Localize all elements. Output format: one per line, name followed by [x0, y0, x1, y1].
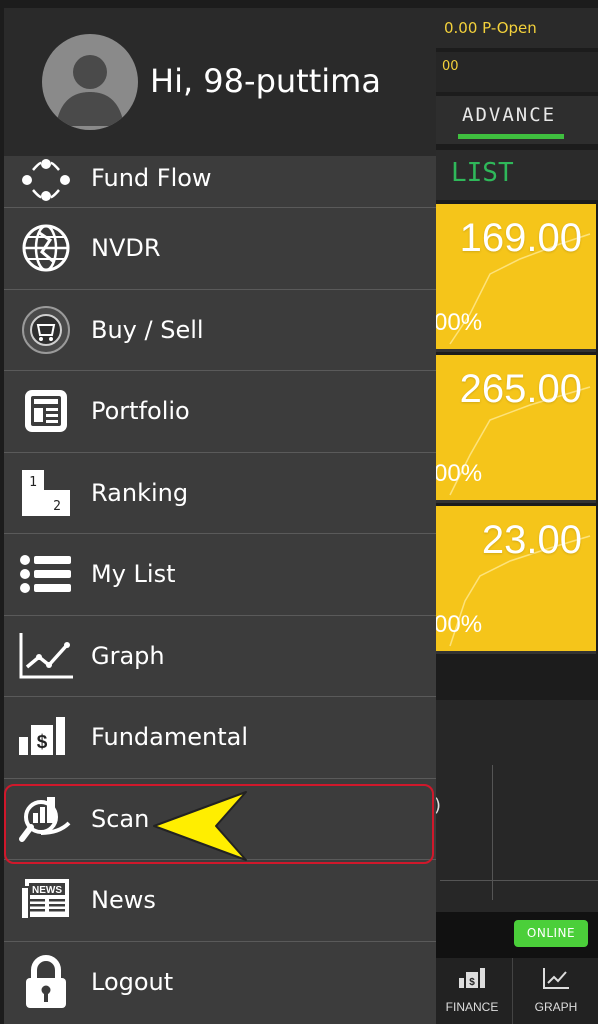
menu-item-my-list[interactable]: My List: [4, 534, 436, 616]
menu-label: Logout: [91, 968, 174, 997]
menu-item-logout[interactable]: Logout: [4, 942, 436, 1024]
menu-label: Scan: [91, 804, 150, 833]
menu-item-fundamental[interactable]: $ Fundamental: [4, 697, 436, 779]
menu-label: News: [91, 886, 156, 915]
menu-item-nvdr[interactable]: NVDR: [4, 208, 436, 290]
stock-change: 00%: [434, 460, 483, 487]
news-icon: NEWS: [16, 870, 76, 930]
chart-area: [430, 700, 598, 940]
buy-sell-icon: [16, 300, 76, 360]
stock-change: 00%: [434, 309, 483, 336]
online-badge: ONLINE: [514, 920, 588, 947]
stock-card[interactable]: 23.00 00%: [430, 506, 596, 654]
svg-text:$: $: [37, 732, 48, 753]
nav-graph[interactable]: GRAPH: [516, 966, 596, 1015]
svg-text:1: 1: [29, 475, 37, 490]
menu-label: Portfolio: [91, 397, 190, 426]
tab-active-indicator: [458, 134, 564, 139]
svg-text:NEWS: NEWS: [32, 885, 62, 896]
portfolio-icon: [16, 381, 76, 441]
menu-item-buy-sell[interactable]: Buy / Sell: [4, 290, 436, 371]
nav-graph-label: GRAPH: [534, 1000, 578, 1014]
graph-icon: [16, 626, 76, 686]
menu-label: Graph: [91, 641, 165, 670]
stock-card[interactable]: 265.00 00%: [430, 355, 596, 503]
status-sub-line: 00: [430, 52, 598, 92]
scan-icon: [16, 789, 76, 849]
bottom-nav-divider: [512, 958, 513, 1024]
menu-item-graph[interactable]: Graph: [4, 616, 436, 697]
lock-icon: [16, 952, 76, 1012]
finance-icon: $: [459, 968, 485, 988]
chart-axis-horizontal: [440, 880, 598, 881]
menu-label: NVDR: [91, 234, 161, 263]
menu-label: Buy / Sell: [91, 315, 204, 344]
menu-item-fund-flow[interactable]: Fund Flow: [4, 156, 436, 208]
menu-item-portfolio[interactable]: Portfolio: [4, 371, 436, 453]
status-price-line: 0.00 P-Open: [430, 8, 598, 48]
stock-change: 00%: [434, 611, 483, 638]
stock-card[interactable]: 169.00 00%: [430, 204, 596, 352]
stock-price: 169.00: [459, 216, 582, 260]
menu-item-ranking[interactable]: 1 2 Ranking: [4, 453, 436, 534]
svg-text:$: $: [469, 977, 475, 988]
graph-icon: [543, 968, 569, 989]
stock-price: 265.00: [459, 367, 582, 411]
menu-label: Ranking: [91, 478, 189, 507]
stock-price: 23.00: [481, 518, 582, 562]
globe-icon: [16, 218, 76, 278]
drawer-header: Hi, 98-puttima: [4, 8, 436, 156]
ranking-icon: 1 2: [16, 463, 76, 523]
pointer-arrow-icon: [153, 791, 247, 861]
list-label: LIST: [451, 158, 514, 188]
navigation-drawer: Hi, 98-puttima Fund Flow NVDR Buy / Sell…: [4, 8, 436, 1024]
fundamental-icon: $: [16, 707, 76, 767]
tab-advance[interactable]: ADVANCE: [462, 104, 556, 126]
nav-finance-label: FINANCE: [445, 1000, 499, 1014]
user-icon: [56, 55, 124, 126]
menu-label: Fund Flow: [91, 164, 212, 192]
user-greeting: Hi, 98-puttima: [150, 62, 381, 100]
svg-text:2: 2: [53, 499, 61, 514]
list-icon: [16, 544, 76, 604]
nav-finance[interactable]: $ FINANCE: [432, 966, 512, 1015]
drawer-menu: Fund Flow NVDR Buy / Sell Portfolio 1 2 …: [4, 156, 436, 1023]
avatar[interactable]: [42, 34, 138, 130]
menu-item-news[interactable]: NEWS News: [4, 860, 436, 942]
menu-label: Fundamental: [91, 723, 248, 752]
menu-label: My List: [91, 560, 176, 589]
fund-flow-icon: [16, 150, 76, 210]
